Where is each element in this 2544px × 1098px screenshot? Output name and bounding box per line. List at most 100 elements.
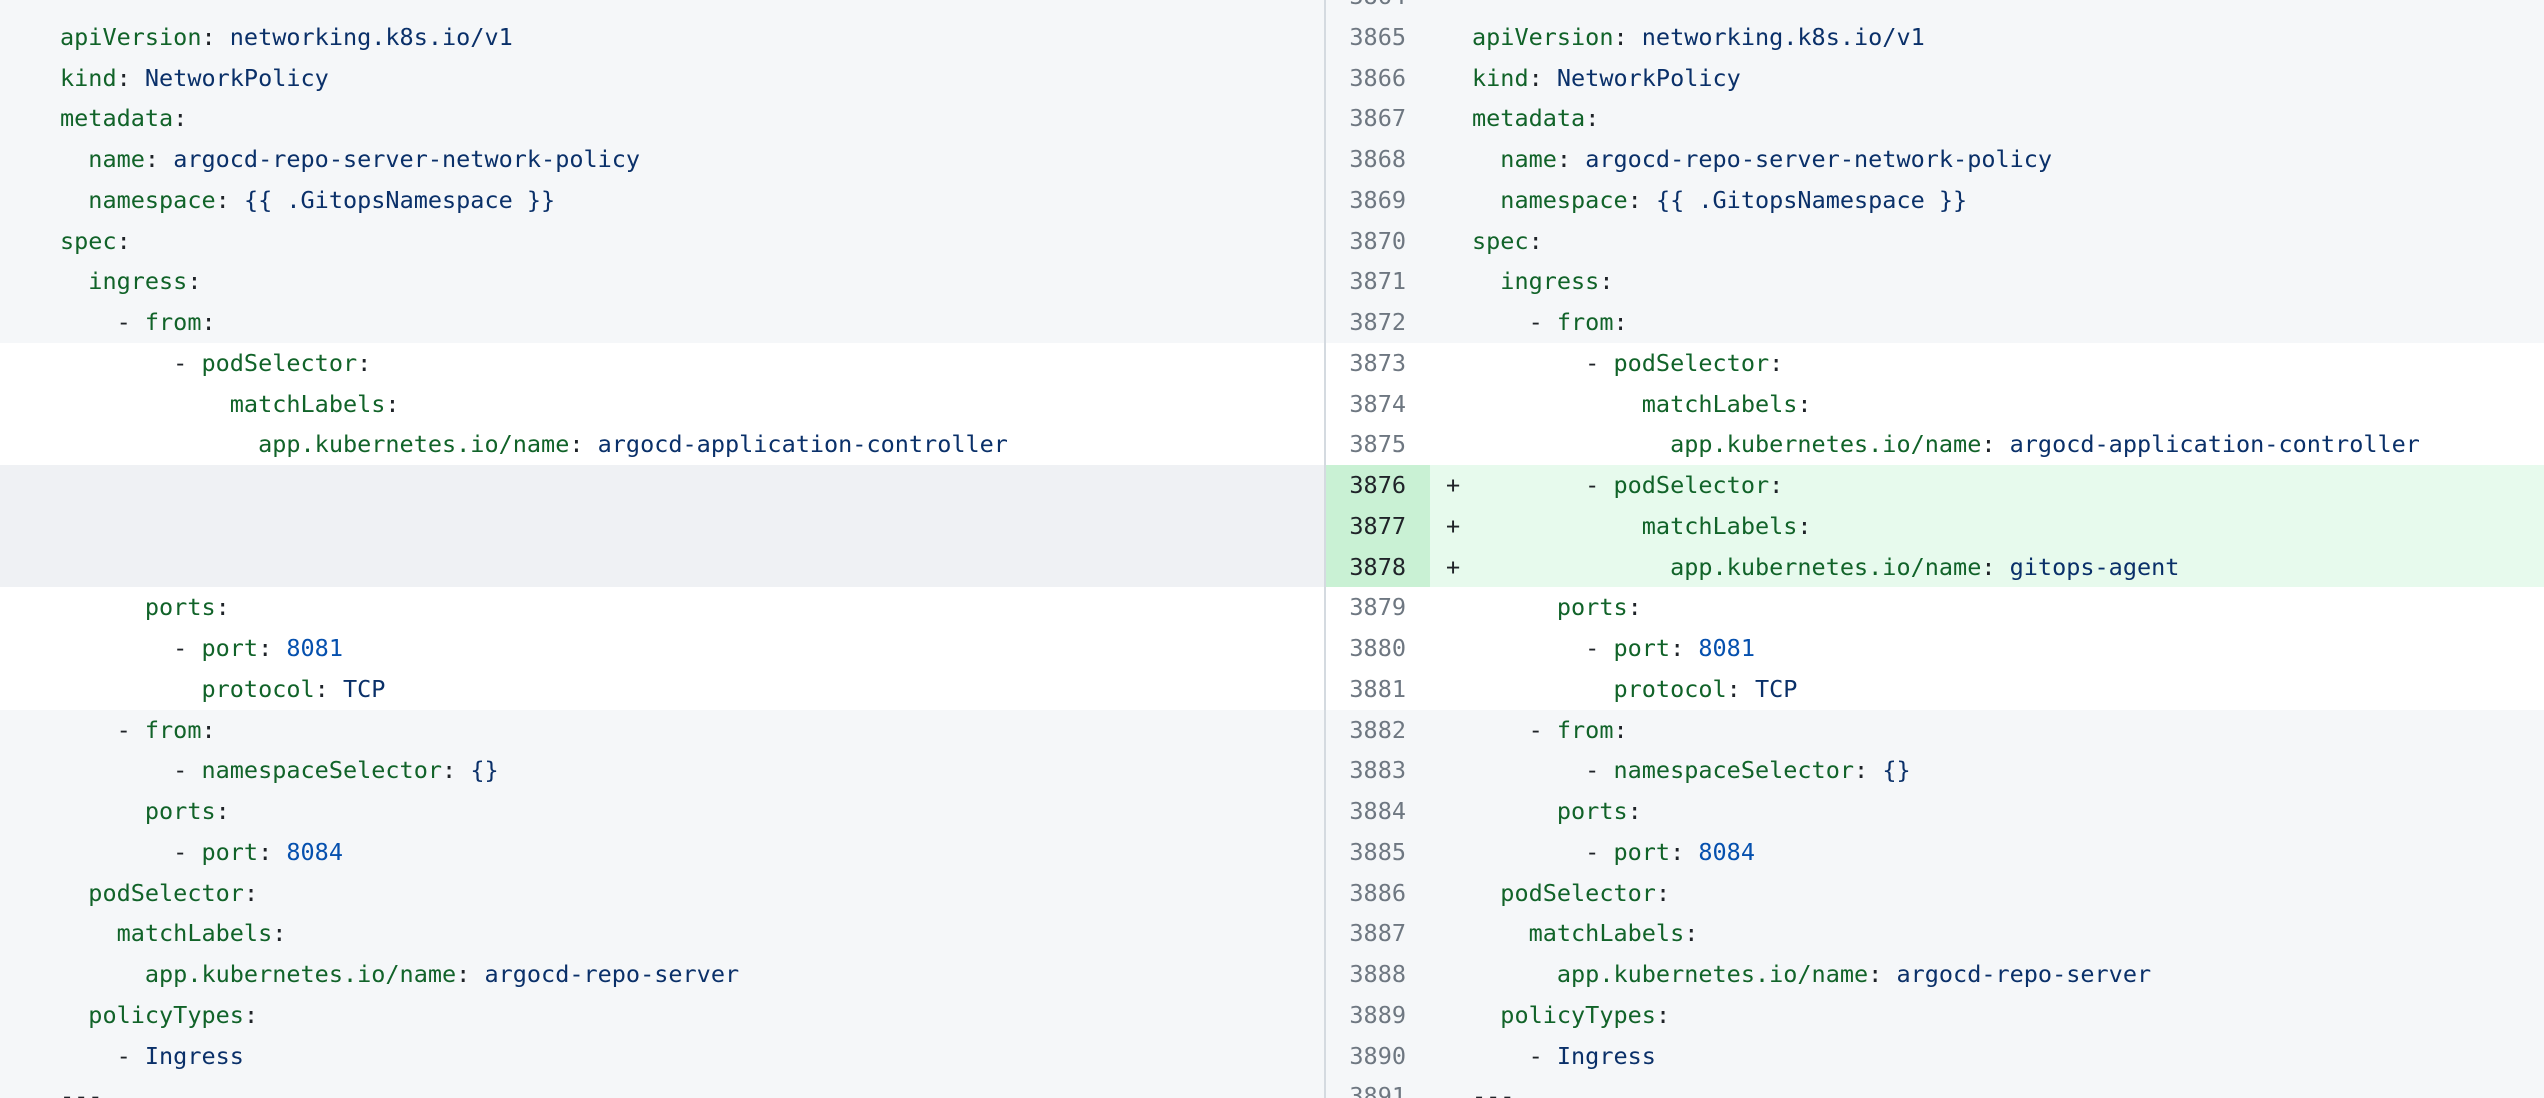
new-line-number[interactable]: 3874 (1326, 384, 1430, 425)
diff-row: policyTypes:3889 policyTypes: (0, 995, 2544, 1036)
new-line-number[interactable]: 3869 (1326, 180, 1430, 221)
code-token: podSelector (1613, 471, 1769, 499)
new-line-number[interactable]: 3886 (1326, 873, 1430, 914)
code-token: Ingress (145, 1042, 244, 1070)
old-code-cell: app.kubernetes.io/name: argocd-applicati… (0, 424, 1326, 465)
code-token: : (1854, 756, 1882, 784)
new-line-number[interactable]: 3882 (1326, 710, 1430, 751)
new-line-number[interactable]: 3891 (1326, 1076, 1430, 1098)
diff-row: - Ingress3890 - Ingress (0, 1036, 2544, 1077)
new-line-number[interactable]: 3887 (1326, 913, 1430, 954)
new-line-number[interactable]: 3867 (1326, 98, 1430, 139)
diff-marker-empty (1430, 995, 1472, 1036)
code-token: metadata (1472, 104, 1585, 132)
new-code-cell: app.kubernetes.io/name: argocd-repo-serv… (1472, 954, 2544, 995)
new-code-cell: - podSelector: (1472, 343, 2544, 384)
code-token (60, 390, 230, 418)
new-line-number[interactable]: 3865 (1326, 17, 1430, 58)
old-code-cell: matchLabels: (0, 384, 1326, 425)
code-token: : (1613, 308, 1627, 336)
diff-row: ---3864--- (0, 0, 2544, 17)
new-line-number[interactable]: 3885 (1326, 832, 1430, 873)
code-token: apiVersion (60, 23, 201, 51)
new-code-cell: name: argocd-repo-server-network-policy (1472, 139, 2544, 180)
new-line-number[interactable]: 3890 (1326, 1036, 1430, 1077)
old-code-cell: app.kubernetes.io/name: argocd-repo-serv… (0, 954, 1326, 995)
new-line-number[interactable]: 3868 (1326, 139, 1430, 180)
code-token: {{ .GitopsNamespace }} (1656, 186, 1967, 214)
new-line-number[interactable]: 3866 (1326, 58, 1430, 99)
code-token: : (315, 675, 343, 703)
code-token: : (1797, 390, 1811, 418)
code-token: : (244, 1001, 258, 1029)
diff-marker-empty (1430, 832, 1472, 873)
new-line-number[interactable]: 3873 (1326, 343, 1430, 384)
code-token: app.kubernetes.io/name (258, 430, 569, 458)
code-token: : (258, 838, 286, 866)
code-token: spec (1472, 227, 1529, 255)
new-line-number[interactable]: 3875 (1326, 424, 1430, 465)
new-code-cell: - from: (1472, 302, 2544, 343)
new-line-number[interactable]: 3883 (1326, 750, 1430, 791)
new-line-number[interactable]: 3880 (1326, 628, 1430, 669)
diff-marker-empty (1430, 587, 1472, 628)
code-token: 8084 (286, 838, 343, 866)
old-code-cell: apiVersion: networking.k8s.io/v1 (0, 17, 1326, 58)
code-token (60, 430, 258, 458)
new-code-cell: podSelector: (1472, 873, 2544, 914)
new-line-number[interactable]: 3889 (1326, 995, 1430, 1036)
diff-marker-empty (1430, 791, 1472, 832)
code-token (60, 797, 145, 825)
code-token: : (1557, 145, 1585, 173)
diff-marker-empty (1430, 17, 1472, 58)
code-token: - (1472, 471, 1613, 499)
code-token: : (1670, 634, 1698, 662)
new-code-cell: --- (1472, 1076, 2544, 1098)
new-line-number[interactable]: 3871 (1326, 261, 1430, 302)
diff-row: 3876+ - podSelector: (0, 465, 2544, 506)
code-token: : (145, 145, 173, 173)
code-token: : (357, 349, 371, 377)
code-token: kind (60, 64, 117, 92)
new-line-number[interactable]: 3879 (1326, 587, 1430, 628)
code-token: from (145, 308, 202, 336)
old-code-cell: namespace: {{ .GitopsNamespace }} (0, 180, 1326, 221)
diff-row: name: argocd-repo-server-network-policy 3… (0, 139, 2544, 180)
new-line-number[interactable]: 3884 (1326, 791, 1430, 832)
addition-marker: + (1430, 506, 1472, 547)
code-token: ingress (88, 267, 187, 295)
code-token: --- (60, 1082, 102, 1098)
code-token (1472, 1001, 1500, 1029)
code-token: protocol (1613, 675, 1726, 703)
code-token (1472, 797, 1557, 825)
code-token: port (201, 634, 258, 662)
new-code-cell: - namespaceSelector: {} (1472, 750, 2544, 791)
code-token: : (1529, 227, 1543, 255)
new-line-number[interactable]: 3870 (1326, 221, 1430, 262)
new-line-number[interactable]: 3876 (1326, 465, 1430, 506)
new-line-number[interactable]: 3872 (1326, 302, 1430, 343)
new-line-number[interactable]: 3878 (1326, 547, 1430, 588)
diff-row: --- 3891 --- (0, 1076, 2544, 1098)
old-code-cell: policyTypes: (0, 995, 1326, 1036)
code-token: matchLabels (1642, 390, 1798, 418)
code-token: argocd-application-controller (2010, 430, 2420, 458)
code-token: - (60, 716, 145, 744)
code-token: - (1472, 634, 1613, 662)
code-token: : (1684, 919, 1698, 947)
code-token: argocd-repo-server-network-policy (173, 145, 640, 173)
new-line-number[interactable]: 3877 (1326, 506, 1430, 547)
code-token: podSelector (201, 349, 357, 377)
code-token: 8081 (1698, 634, 1755, 662)
new-line-number[interactable]: 3881 (1326, 669, 1430, 710)
diff-row: app.kubernetes.io/name: argocd-applicati… (0, 424, 2544, 465)
old-code-cell: ports: (0, 791, 1326, 832)
code-token (1472, 430, 1670, 458)
code-token: argocd-repo-server (484, 960, 739, 988)
old-code-cell: metadata: (0, 98, 1326, 139)
old-code-cell: spec: (0, 221, 1326, 262)
new-line-number[interactable]: 3888 (1326, 954, 1430, 995)
old-code-cell: ingress: (0, 261, 1326, 302)
code-token: : (442, 756, 470, 784)
new-line-number[interactable]: 3864 (1326, 0, 1430, 17)
